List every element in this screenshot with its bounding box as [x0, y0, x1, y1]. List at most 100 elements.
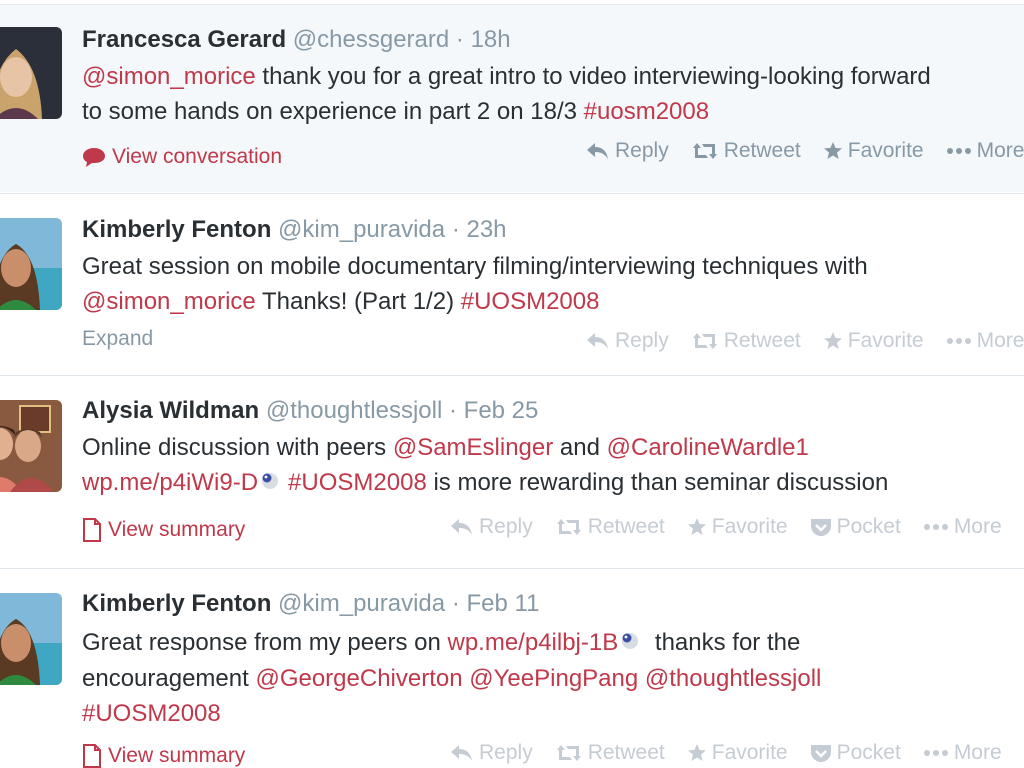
separator: ·	[451, 590, 460, 617]
more-label: More	[976, 139, 1024, 162]
view-summary-link[interactable]: View summary	[82, 744, 245, 768]
reply-icon	[451, 519, 472, 535]
username[interactable]: @thoughtlessjoll	[266, 397, 442, 424]
pocket-label: Pocket	[836, 515, 901, 538]
timestamp[interactable]: 23h	[466, 216, 506, 243]
more-label: More	[953, 515, 1002, 538]
retweet-button[interactable]: Retweet	[555, 741, 665, 765]
reply-button[interactable]: Reply	[586, 139, 669, 163]
reply-icon	[587, 333, 608, 349]
avatar[interactable]	[0, 218, 62, 310]
retweet-button[interactable]: Retweet	[691, 139, 801, 163]
tweet-text: Great session on mobile documentary film…	[82, 249, 1024, 319]
retweet-button[interactable]: Retweet	[555, 515, 665, 539]
text-segment: thanks for the	[648, 629, 801, 656]
speech-bubble-icon	[83, 148, 105, 167]
more-button[interactable]: More	[946, 139, 1024, 163]
mention-link[interactable]: @GeorgeChiverton	[255, 665, 462, 692]
timestamp[interactable]: 18h	[471, 26, 511, 53]
document-icon	[83, 744, 101, 768]
text-segment: Online discussion with peers	[82, 434, 393, 461]
reply-icon	[451, 745, 472, 761]
fullname[interactable]: Kimberly Fenton	[82, 216, 271, 243]
view-conversation-link[interactable]: View conversation	[82, 145, 282, 169]
tweet[interactable]: Alysia Wildman @thoughtlessjoll · Feb 25…	[0, 375, 1024, 568]
url-link[interactable]: wp.me/p4iWi9-D	[82, 469, 258, 496]
pocket-icon	[810, 745, 831, 762]
more-button[interactable]: More	[923, 741, 1002, 765]
expand-link[interactable]: Expand	[82, 327, 153, 351]
mention-link[interactable]: @thoughtlessjoll	[645, 665, 821, 692]
pocket-button[interactable]: Pocket	[810, 741, 901, 765]
mention-link[interactable]: @CarolineWardle1	[607, 434, 809, 461]
tweet[interactable]: Francesca Gerard @chessgerard · 18h @sim…	[0, 4, 1024, 192]
text-segment: and	[553, 434, 607, 461]
avatar[interactable]	[0, 400, 62, 492]
retweet-label: Retweet	[723, 139, 801, 162]
pocket-button[interactable]: Pocket	[810, 515, 901, 539]
reply-button[interactable]: Reply	[450, 515, 533, 539]
tweet[interactable]: Kimberly Fenton @kim_puravida · Feb 11 G…	[0, 568, 1024, 768]
star-icon	[823, 332, 842, 349]
avatar[interactable]	[0, 593, 62, 685]
more-icon	[946, 148, 971, 154]
reply-label: Reply	[479, 515, 533, 538]
favorite-button[interactable]: Favorite	[687, 515, 788, 539]
avatar[interactable]	[0, 27, 62, 119]
document-icon	[83, 518, 101, 542]
fullname[interactable]: Kimberly Fenton	[82, 590, 271, 617]
text-segment: Great response from my peers on	[82, 629, 448, 656]
favorite-label: Favorite	[847, 139, 924, 162]
mention-link[interactable]: @YeePingPang	[469, 665, 638, 692]
tweet-actions: Reply Retweet Favorite More	[586, 329, 1024, 353]
wordpress-icon	[260, 466, 280, 501]
reply-icon	[587, 143, 608, 159]
fullname[interactable]: Alysia Wildman	[82, 397, 259, 424]
retweet-label: Retweet	[723, 329, 801, 352]
tweet-actions: Reply Retweet Favorite Pocket More	[450, 515, 1024, 539]
url-link[interactable]: wp.me/p4ilbj-1B	[447, 629, 618, 656]
tweet-header: Kimberly Fenton @kim_puravida · Feb 11	[82, 589, 539, 619]
more-icon	[923, 524, 948, 530]
fullname[interactable]: Francesca Gerard	[82, 26, 286, 53]
more-label: More	[976, 329, 1024, 352]
username[interactable]: @kim_puravida	[278, 590, 445, 617]
view-summary-link[interactable]: View summary	[82, 518, 245, 542]
text-segment: Thanks! (Part 1/2)	[255, 288, 461, 315]
tweet[interactable]: Kimberly Fenton @kim_puravida · 23h Grea…	[0, 193, 1024, 375]
retweet-button[interactable]: Retweet	[691, 329, 801, 353]
timestamp[interactable]: Feb 25	[464, 397, 539, 424]
favorite-button[interactable]: Favorite	[687, 741, 788, 765]
tweet-text: @simon_morice thank you for a great intr…	[82, 59, 1024, 129]
mention-link[interactable]: @simon_morice	[82, 63, 256, 90]
text-segment: to some hands on experience in part 2 on…	[82, 98, 584, 125]
hashtag-link[interactable]: #UOSM2008	[461, 288, 600, 315]
favorite-button[interactable]: Favorite	[823, 329, 924, 353]
mention-link[interactable]: @simon_morice	[82, 288, 256, 315]
hashtag-link[interactable]: #UOSM2008	[82, 700, 221, 727]
detail-label: View conversation	[112, 145, 283, 168]
tweet-actions: Reply Retweet Favorite Pocket More	[450, 741, 1024, 765]
detail-label: View summary	[108, 518, 246, 541]
more-button[interactable]: More	[946, 329, 1024, 353]
reply-button[interactable]: Reply	[586, 329, 669, 353]
timestamp[interactable]: Feb 11	[466, 590, 539, 617]
reply-button[interactable]: Reply	[450, 741, 533, 765]
hashtag-link[interactable]: #UOSM2008	[288, 469, 427, 496]
more-button[interactable]: More	[923, 515, 1002, 539]
username[interactable]: @chessgerard	[293, 26, 449, 53]
separator: ·	[451, 216, 460, 243]
tweet-header: Francesca Gerard @chessgerard · 18h	[82, 25, 511, 55]
text-segment: Great session on mobile documentary film…	[82, 253, 868, 280]
mention-link[interactable]: @SamEslinger	[393, 434, 553, 461]
retweet-label: Retweet	[587, 515, 665, 538]
pocket-icon	[810, 519, 831, 536]
text-segment: encouragement	[82, 665, 256, 693]
hashtag-link[interactable]: #uosm2008	[584, 98, 709, 125]
more-icon	[923, 750, 948, 756]
favorite-button[interactable]: Favorite	[823, 139, 924, 163]
tweet-header: Kimberly Fenton @kim_puravida · 23h	[82, 215, 507, 245]
tweet-text: Great response from my peers on wp.me/p4…	[82, 625, 1024, 731]
more-icon	[946, 338, 971, 344]
username[interactable]: @kim_puravida	[278, 216, 445, 243]
